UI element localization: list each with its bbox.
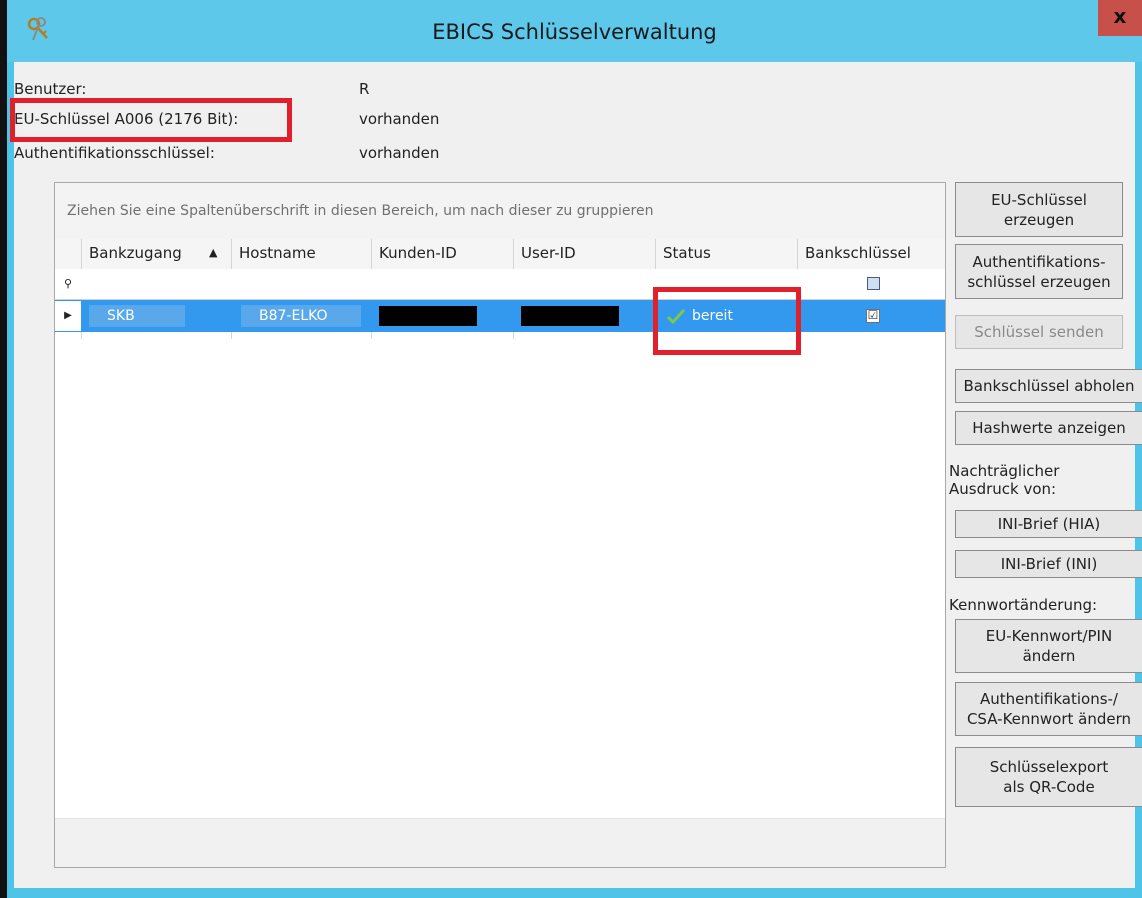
sort-ascending-icon: ▲: [209, 246, 218, 259]
dialog-window: EBICS Schlüsselverwaltung x Benutzer: R …: [7, 0, 1142, 898]
cell-hostname: B87-ELKO: [259, 308, 328, 324]
column-header-status[interactable]: Status: [655, 239, 797, 269]
eu-key-create-button[interactable]: EU-Schlüssel erzeugen: [955, 182, 1123, 237]
auth-key-label: Authentifikationsschlüssel:: [14, 144, 215, 162]
user-label: Benutzer:: [14, 80, 87, 98]
filter-checkbox[interactable]: [867, 277, 880, 290]
group-by-hint: Ziehen Sie eine Spaltenüberschrift in di…: [67, 203, 654, 219]
window-border: [0, 0, 7, 898]
redacted-kunden-id: [379, 306, 477, 326]
column-header-user-id[interactable]: User-ID: [513, 239, 655, 269]
filter-row[interactable]: ⚲: [55, 269, 945, 300]
eu-password-change-button[interactable]: EU-Kennwort/PIN ändern: [955, 619, 1142, 673]
ini-hia-button[interactable]: INI-Brief (HIA): [955, 510, 1142, 538]
user-value: R: [359, 80, 370, 98]
column-header-row: Bankzugang ▲ Hostname Kunden-ID User-ID …: [55, 239, 945, 270]
column-header-hostname[interactable]: Hostname: [231, 239, 371, 269]
auth-password-change-button[interactable]: Authentifikations-/ CSA-Kennwort ändern: [955, 682, 1142, 736]
grid-footer: [55, 818, 945, 867]
dialog-client-area: Benutzer: R EU-Schlüssel A006 (2176 Bit)…: [10, 62, 1142, 888]
cell-bankzugang: SKB: [107, 308, 135, 324]
auth-key-value: vorhanden: [359, 144, 440, 162]
show-hashes-button[interactable]: Hashwerte anzeigen: [955, 411, 1142, 445]
auth-key-create-button[interactable]: Authentifikations- schlüssel erzeugen: [955, 244, 1123, 299]
column-header-bankschluessel[interactable]: Bankschlüssel: [797, 239, 945, 269]
bank-access-grid[interactable]: Ziehen Sie eine Spaltenüberschrift in di…: [54, 182, 946, 868]
reprint-label: Nachträglicher Ausdruck von:: [949, 462, 1060, 498]
fetch-bank-keys-button[interactable]: Bankschlüssel abholen: [955, 369, 1142, 403]
eu-key-highlight: [10, 98, 292, 142]
ini-ini-button[interactable]: INI-Brief (INI): [955, 550, 1142, 578]
cell-selection: [89, 305, 185, 327]
column-header-kunden-id[interactable]: Kunden-ID: [371, 239, 513, 269]
filter-icon: ⚲: [55, 269, 81, 299]
key-export-qr-button[interactable]: Schlüsselexport als QR-Code: [955, 747, 1142, 807]
title-bar[interactable]: EBICS Schlüsselverwaltung x: [7, 0, 1142, 62]
table-row[interactable]: ▶ SKB B87-ELKO bereit ☑: [55, 300, 945, 332]
row-pointer-icon: ▶: [55, 301, 81, 331]
close-button[interactable]: x: [1098, 0, 1142, 36]
bankschluessel-checkbox[interactable]: ☑: [866, 309, 880, 323]
window-title: EBICS Schlüsselverwaltung: [432, 20, 717, 44]
redacted-user-id: [521, 306, 619, 326]
eu-key-value: vorhanden: [359, 110, 440, 128]
password-change-label: Kennwortänderung:: [949, 596, 1098, 614]
status-highlight: [653, 287, 801, 355]
group-by-panel[interactable]: Ziehen Sie eine Spaltenüberschrift in di…: [55, 183, 945, 240]
send-keys-button[interactable]: Schlüssel senden: [955, 315, 1123, 349]
